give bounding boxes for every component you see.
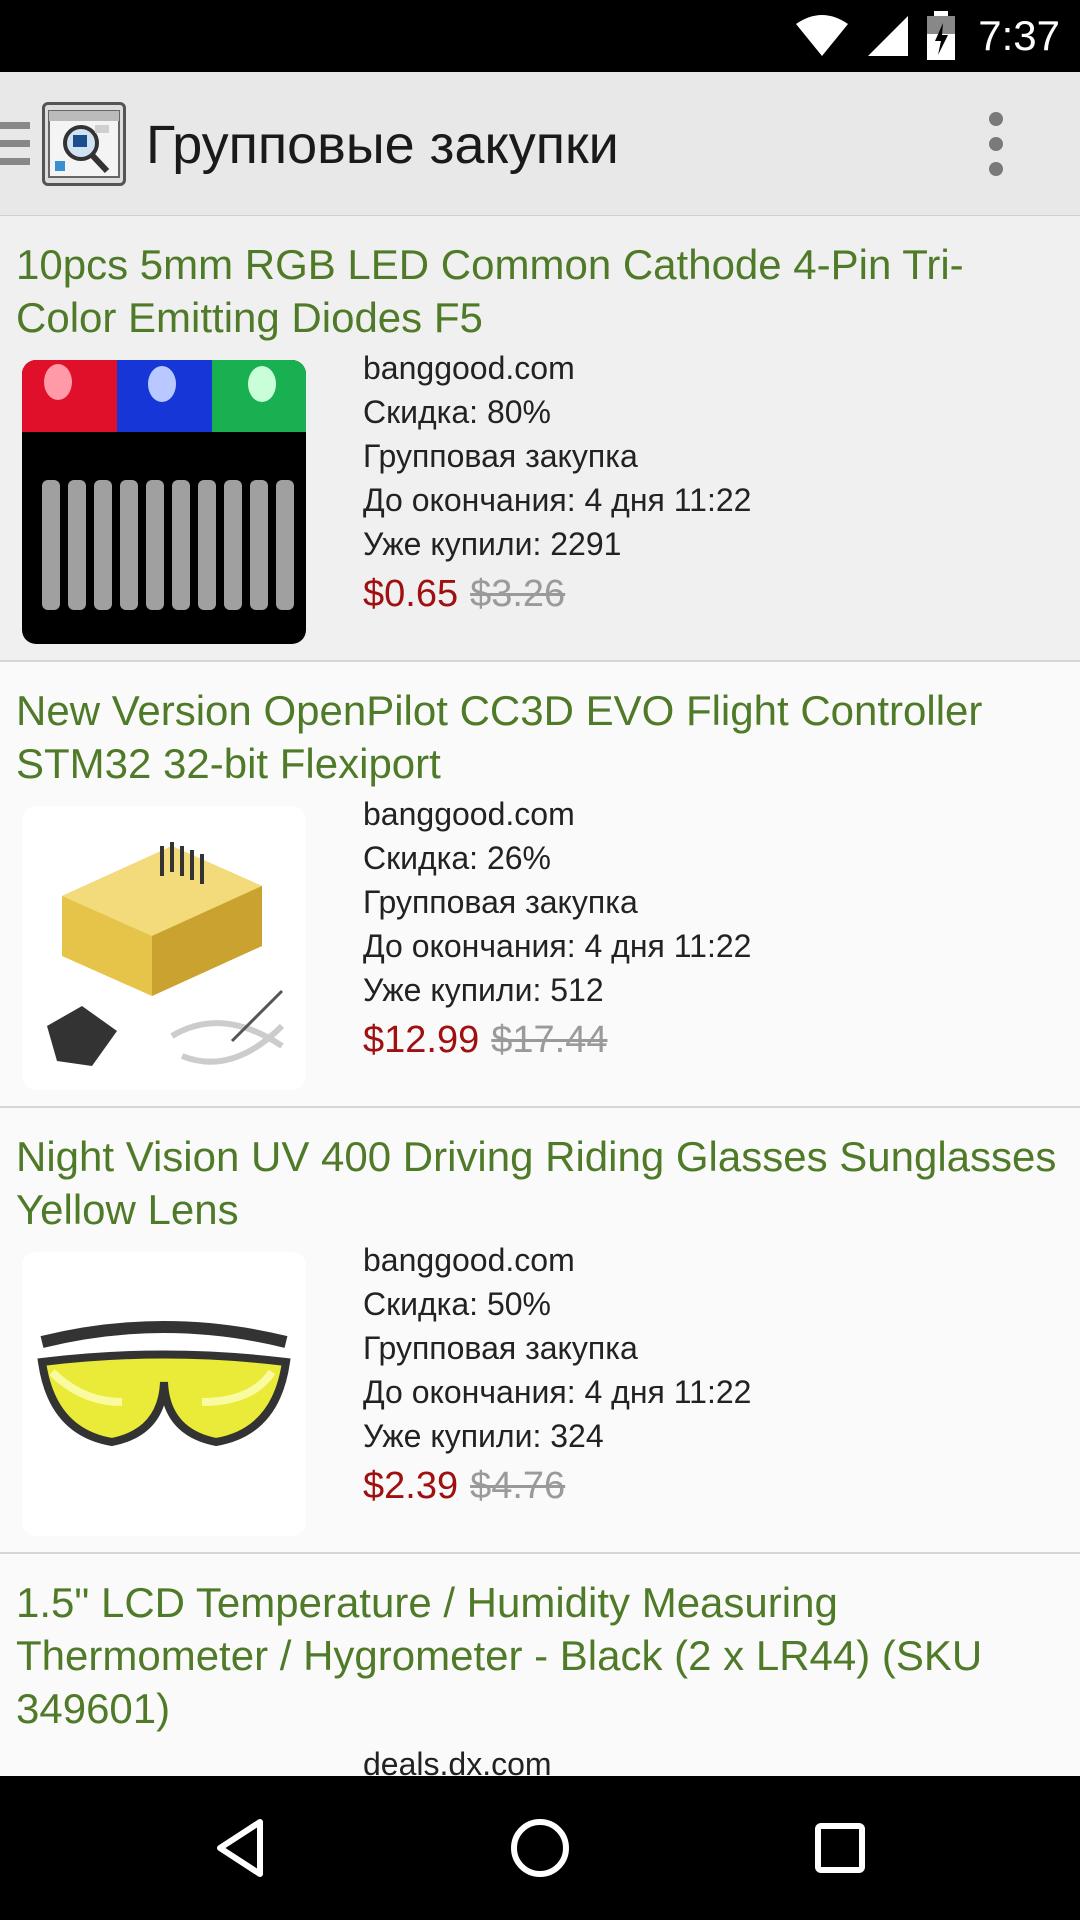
deal-price: $12.99 bbox=[363, 1019, 480, 1061]
signal-icon bbox=[868, 16, 909, 56]
deal-old-price: $3.26 bbox=[470, 573, 566, 615]
deal-store: deals.dx.com bbox=[363, 1746, 552, 1776]
deal-bought: Уже купили: 512 bbox=[363, 972, 604, 1008]
deal-type: Групповая закупка bbox=[363, 438, 638, 474]
battery-charging-icon bbox=[927, 11, 956, 60]
rgb-led-image[interactable] bbox=[22, 360, 306, 644]
deal-item[interactable]: 10pcs 5mm RGB LED Common Cathode 4-Pin T… bbox=[0, 216, 1080, 662]
app-bar: Групповые закупки bbox=[0, 72, 1080, 216]
deal-item[interactable]: New Version OpenPilot CC3D EVO Flight Co… bbox=[0, 662, 1080, 1108]
app-logo[interactable] bbox=[42, 102, 126, 186]
deal-title[interactable]: Night Vision UV 400 Driving Riding Glass… bbox=[16, 1130, 1064, 1236]
price-row: $12.99 $17.44 bbox=[363, 1016, 751, 1064]
deal-title[interactable]: 1.5" LCD Temperature / Humidity Measurin… bbox=[16, 1576, 1064, 1735]
wifi-icon bbox=[796, 15, 849, 56]
deal-price: $2.39 bbox=[363, 1465, 459, 1507]
deal-store: banggood.com bbox=[363, 350, 575, 386]
deal-ends: До окончания: 4 дня 11:22 bbox=[363, 928, 752, 964]
deal-title[interactable]: New Version OpenPilot CC3D EVO Flight Co… bbox=[16, 684, 1064, 790]
flight-controller-image[interactable] bbox=[22, 806, 306, 1090]
recents-icon[interactable] bbox=[808, 1816, 872, 1880]
overflow-menu-icon[interactable] bbox=[986, 112, 1006, 176]
deal-item[interactable]: Night Vision UV 400 Driving Riding Glass… bbox=[0, 1108, 1080, 1554]
deal-bought: Уже купили: 2291 bbox=[363, 526, 622, 562]
status-icons: 7:37 bbox=[794, 0, 1060, 72]
deal-info: banggood.com Скидка: 50% Групповая закуп… bbox=[363, 1238, 751, 1510]
deal-type: Групповая закупка bbox=[363, 884, 638, 920]
deal-discount: Скидка: 26% bbox=[363, 840, 551, 876]
deal-title[interactable]: 10pcs 5mm RGB LED Common Cathode 4-Pin T… bbox=[16, 238, 1064, 344]
status-time: 7:37 bbox=[978, 12, 1060, 59]
deal-info: deals.dx.com bbox=[363, 1742, 552, 1776]
price-row: $2.39 $4.76 bbox=[363, 1462, 751, 1510]
home-icon[interactable] bbox=[508, 1816, 572, 1880]
deal-info: banggood.com Скидка: 26% Групповая закуп… bbox=[363, 792, 751, 1064]
navigation-bar bbox=[0, 1776, 1080, 1920]
deal-bought: Уже купили: 324 bbox=[363, 1418, 604, 1454]
deal-discount: Скидка: 80% bbox=[363, 394, 551, 430]
deal-ends: До окончания: 4 дня 11:22 bbox=[363, 1374, 752, 1410]
deal-item[interactable]: 1.5" LCD Temperature / Humidity Measurin… bbox=[0, 1554, 1080, 1776]
deal-store: banggood.com bbox=[363, 1242, 575, 1278]
app-title: Групповые закупки bbox=[146, 115, 619, 175]
status-bar: 7:37 bbox=[0, 0, 1080, 72]
deal-store: banggood.com bbox=[363, 796, 575, 832]
deal-price: $0.65 bbox=[363, 573, 459, 615]
deal-type: Групповая закупка bbox=[363, 1330, 638, 1366]
deal-old-price: $4.76 bbox=[470, 1465, 566, 1507]
deal-ends: До окончания: 4 дня 11:22 bbox=[363, 482, 752, 518]
yellow-glasses-image[interactable] bbox=[22, 1252, 306, 1536]
drawer-menu-icon[interactable] bbox=[0, 122, 30, 166]
deal-info: banggood.com Скидка: 80% Групповая закуп… bbox=[363, 346, 751, 618]
deals-list[interactable]: 10pcs 5mm RGB LED Common Cathode 4-Pin T… bbox=[0, 216, 1080, 1776]
deal-discount: Скидка: 50% bbox=[363, 1286, 551, 1322]
price-row: $0.65 $3.26 bbox=[363, 570, 751, 618]
back-icon[interactable] bbox=[208, 1816, 272, 1880]
deal-old-price: $17.44 bbox=[491, 1019, 608, 1061]
